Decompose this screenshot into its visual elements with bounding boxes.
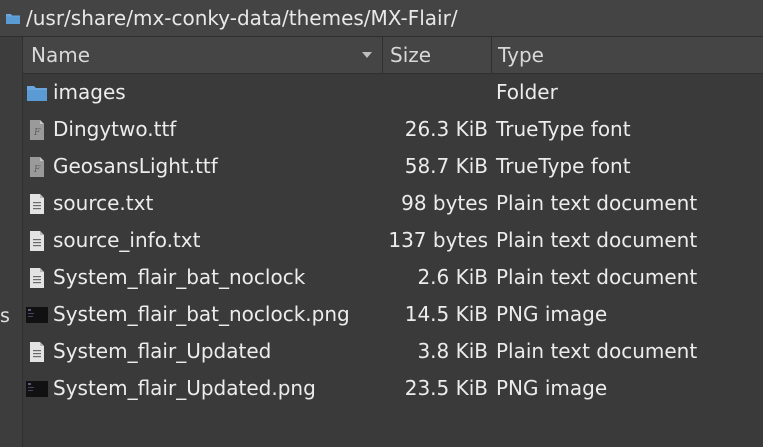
side-panel: s [0, 37, 23, 447]
file-row[interactable]: System_flair_Updated 3.8 KiB Plain text do… [23, 333, 763, 370]
file-type: Plain text document [496, 228, 698, 252]
side-panel-text: s [0, 305, 10, 327]
font-file-icon: F [26, 119, 48, 141]
folder-icon [26, 82, 48, 104]
column-header-size[interactable]: Size [383, 37, 492, 73]
text-file-icon [26, 341, 48, 363]
text-file-icon [26, 267, 48, 289]
file-size: 58.7 KiB [404, 154, 488, 178]
file-row[interactable]: F GeosansLight.ttf 58.7 KiB TrueType font [23, 148, 763, 185]
file-name: images [53, 80, 126, 104]
file-size: 14.5 KiB [404, 302, 488, 326]
file-name: source_info.txt [53, 228, 201, 252]
file-size: 137 bytes [388, 228, 488, 252]
file-name: System_flair_Updated [53, 339, 272, 363]
file-type: TrueType font [496, 154, 631, 178]
column-header: Name Size Type [23, 37, 763, 74]
file-rows: images Folder F Dingytwo.ttf 26.3 KiB TrueTyp… [23, 74, 763, 407]
file-size: 98 bytes [401, 191, 488, 215]
file-name: System_flair_bat_noclock [53, 265, 306, 289]
file-name: Dingytwo.ttf [53, 117, 177, 141]
column-header-name[interactable]: Name [23, 37, 383, 73]
file-size [383, 74, 488, 111]
file-row[interactable]: images Folder [23, 74, 763, 111]
file-size: 26.3 KiB [404, 117, 488, 141]
path-bar[interactable]: /usr/share/mx-conky-data/themes/MX-Flair… [0, 0, 763, 37]
text-file-icon [26, 193, 48, 215]
file-type: Plain text document [496, 191, 698, 215]
file-type: Folder [496, 80, 558, 104]
file-manager-window: /usr/share/mx-conky-data/themes/MX-Flair… [0, 0, 763, 447]
file-name: System_flair_bat_noclock.png [53, 302, 350, 326]
file-row[interactable]: source_info.txt 137 bytes Plain text docum… [23, 222, 763, 259]
file-row[interactable]: source.txt 98 bytes Plain text document [23, 185, 763, 222]
file-type: PNG image [496, 376, 608, 400]
sort-descending-icon [362, 52, 372, 58]
svg-text:F: F [33, 128, 41, 138]
file-row[interactable]: System_flair_bat_noclock 2.6 KiB Plain tex… [23, 259, 763, 296]
file-name: System_flair_Updated.png [53, 376, 316, 400]
file-name: source.txt [53, 191, 154, 215]
image-thumbnail-icon [26, 378, 48, 400]
file-type: TrueType font [496, 117, 631, 141]
file-type: Plain text document [496, 265, 698, 289]
file-name: GeosansLight.ttf [53, 154, 218, 178]
file-row[interactable]: System_flair_Updated.png 23.5 KiB PNG imag… [23, 370, 763, 407]
font-file-icon: F [26, 156, 48, 178]
file-type: Plain text document [496, 339, 698, 363]
file-size: 2.6 KiB [417, 265, 488, 289]
column-header-type[interactable]: Type [492, 37, 763, 73]
folder-icon [6, 14, 20, 24]
file-list[interactable]: Name Size Type images Folder F Dingytwo.ttf… [23, 37, 763, 447]
svg-text:F: F [33, 165, 41, 175]
column-header-size-label: Size [390, 43, 432, 67]
current-path[interactable]: /usr/share/mx-conky-data/themes/MX-Flair… [26, 6, 458, 30]
text-file-icon [26, 230, 48, 252]
column-header-name-label: Name [31, 43, 91, 67]
file-size: 3.8 KiB [417, 339, 488, 363]
column-header-type-label: Type [498, 43, 544, 67]
file-row[interactable]: System_flair_bat_noclock.png 14.5 KiB PNG … [23, 296, 763, 333]
file-row[interactable]: F Dingytwo.ttf 26.3 KiB TrueType font [23, 111, 763, 148]
image-thumbnail-icon [26, 304, 48, 326]
file-size: 23.5 KiB [404, 376, 488, 400]
file-type: PNG image [496, 302, 608, 326]
